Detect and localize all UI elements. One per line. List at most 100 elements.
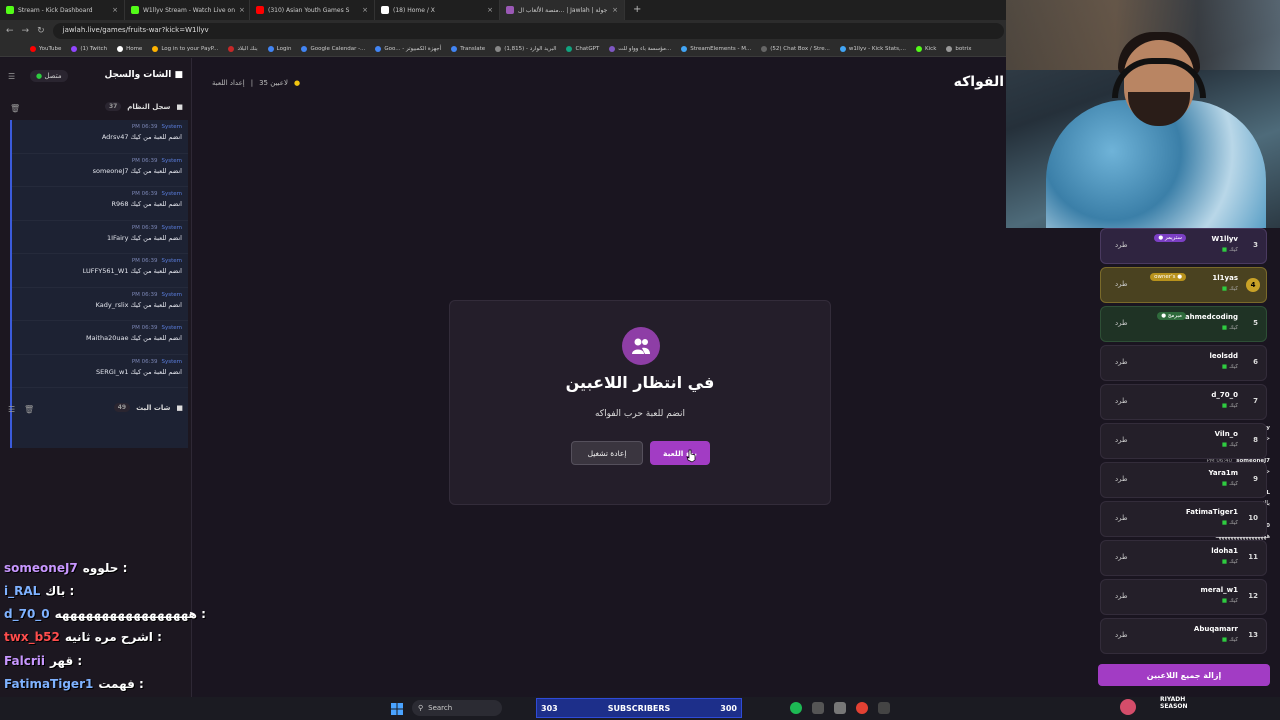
start-game-button[interactable]: بدء اللعبة [650,441,710,465]
close-icon[interactable]: × [112,6,118,14]
taskbar-search[interactable]: ⚲ Search [412,700,502,716]
restart-button[interactable]: إعادة تشغيل [571,441,643,465]
bookmark-item[interactable]: Translate [451,46,485,52]
bookmark-item[interactable]: Log in to your PayP... [152,46,218,52]
message-text: R968 انضم للعبة من كيك [111,200,182,208]
kick-logo-icon: ■ [1221,364,1228,370]
app-icon[interactable] [834,702,846,714]
waiting-subtitle: انضم للعبة حرب الفواكه [594,409,686,419]
subscriber-current: 303 [541,703,558,713]
close-icon[interactable]: × [239,6,245,14]
kick-player-button[interactable]: طرد [1115,631,1128,639]
list-icon[interactable]: ☰ [8,405,15,414]
bookmark-item[interactable]: botrix [946,46,971,52]
bookmark-item[interactable]: StreamElements - M... [681,46,751,52]
kick-player-button[interactable]: طرد [1115,592,1128,600]
player-rank: 3 [1253,241,1258,249]
kick-player-button[interactable]: طرد [1115,241,1128,249]
kick-player-button[interactable]: طرد [1115,436,1128,444]
app-icon[interactable] [878,702,890,714]
player-row: طرد 1l1yas ■ كيك 4 owner's ● [1100,267,1267,303]
message-sender: System [161,291,182,298]
system-log-message: PM 06:39 System Adrsv47 انضم للعبة من كيك [12,120,188,154]
bookmark-label: StreamElements - M... [690,46,752,52]
bookmark-item[interactable]: Login [267,46,291,52]
app-icon[interactable] [812,702,824,714]
bookmark-label: Goo... - أجهزة الكمبيوتر [384,46,442,52]
spotify-icon[interactable] [790,702,802,714]
url-input[interactable]: jawlah.live/games/fruits-war?kick=W1llyv [52,23,1004,39]
bookmark-favicon-icon [30,46,36,52]
stream-chat-count: 49 [113,403,131,412]
bookmark-item[interactable]: مؤسسة باء وواو للت... [609,46,671,52]
bookmark-item[interactable]: ChatGPT [566,46,599,52]
forward-icon[interactable]: → [22,26,30,36]
remove-all-players-button[interactable]: إزالة جميع اللاعبين [1098,664,1270,686]
browser-tab[interactable]: W1llyv Stream - Watch Live on × [125,0,250,20]
player-name: W1llyv [1211,235,1238,243]
kick-player-button[interactable]: طرد [1115,553,1128,561]
back-icon[interactable]: ← [6,26,14,36]
system-log-list[interactable]: PM 06:39 System Adrsv47 انضم للعبة من كيك P… [10,120,188,448]
message-meta: PM 06:39 System [18,292,182,298]
player-name: d_70_0 [1211,391,1238,399]
player-row: طرد W1llyv ■ كيك 3 ● ستريمر [1100,228,1267,264]
message-text: LUFFY561_W1 انضم للعبة من كيك [82,267,182,275]
bookmark-item[interactable]: w1llyv - Kick Stats,... [839,46,906,52]
kick-logo-icon: ■ [1221,286,1228,292]
bookmark-favicon-icon [761,46,768,52]
message-meta: PM 06:39 System [18,325,182,331]
player-platform: ■ كيك [1222,325,1238,331]
bookmark-item[interactable]: بنك البلاد [228,46,258,52]
system-log-count: 37 [104,102,122,111]
browser-tab[interactable]: (310) Asian Youth Games S × [250,0,375,20]
game-settings-link[interactable]: إعداد اللعبة [212,79,245,87]
bookmark-favicon-icon [301,46,308,52]
bookmark-item[interactable]: YouTube [30,46,61,52]
bookmark-item[interactable]: Home [117,46,142,52]
tab-favicon-icon [256,6,264,14]
player-name: FatimaTiger1 [1185,508,1238,516]
message-time: PM 06:39 [131,258,158,264]
kick-player-button[interactable]: طرد [1115,475,1128,483]
bookmark-item[interactable]: البريد الوارد - (1,815) [495,46,556,52]
reload-icon[interactable]: ↻ [37,26,45,36]
tab-label: (310) Asian Youth Games S [268,6,350,14]
browser-tab[interactable]: Stream - Kick Dashboard × [0,0,125,20]
kick-player-button[interactable]: طرد [1115,280,1128,288]
bookmark-item[interactable]: Kick [916,46,936,52]
player-platform: ■ كيك [1222,481,1238,487]
player-platform-label: كيك [1229,364,1238,370]
kick-logo-icon: ■ [1221,520,1228,526]
kick-logo-icon: ■ [1221,325,1228,331]
windows-start-icon[interactable] [391,703,403,715]
browser-tab[interactable]: منصة الألعاب ال... | Jawlah | جولة × [500,0,625,20]
bookmark-item[interactable]: Google Calendar -... [301,46,365,52]
status-dot-icon: ● [293,79,301,87]
kick-player-button[interactable]: طرد [1115,514,1128,522]
kick-player-button[interactable]: طرد [1115,397,1128,405]
message-time: PM 06:39 [131,157,158,164]
player-name: ahmedcoding [1184,313,1238,321]
kick-logo-icon: ■ [1221,442,1228,448]
close-icon[interactable]: × [487,6,493,14]
browser-tab[interactable]: (18) Home / X × [375,0,500,20]
player-platform-label: كيك [1229,325,1238,331]
overlay-chat-line: FatimaTiger1 فهمت : [4,677,144,691]
collapse-panel-icon[interactable]: ☰ [8,72,15,81]
kick-player-button[interactable]: طرد [1115,358,1128,366]
trash-icon[interactable]: 🗑 [24,405,34,414]
player-rank: 6 [1253,358,1258,366]
message-sender: System [161,358,182,365]
bookmark-item[interactable]: (1) Twitch [71,46,107,52]
bookmark-label: Home [126,46,143,52]
chrome-icon[interactable] [856,702,868,714]
trash-icon[interactable]: 🗑 [10,104,20,113]
bookmark-item[interactable]: Goo... - أجهزة الكمبيوتر [375,46,441,52]
system-log-icon: ■ [176,102,183,111]
close-icon[interactable]: × [362,6,368,14]
kick-player-button[interactable]: طرد [1115,319,1128,327]
close-icon[interactable]: × [612,6,618,14]
new-tab-button[interactable]: + [625,0,649,20]
bookmark-item[interactable]: (52) Chat Box / Stre... [761,46,830,52]
